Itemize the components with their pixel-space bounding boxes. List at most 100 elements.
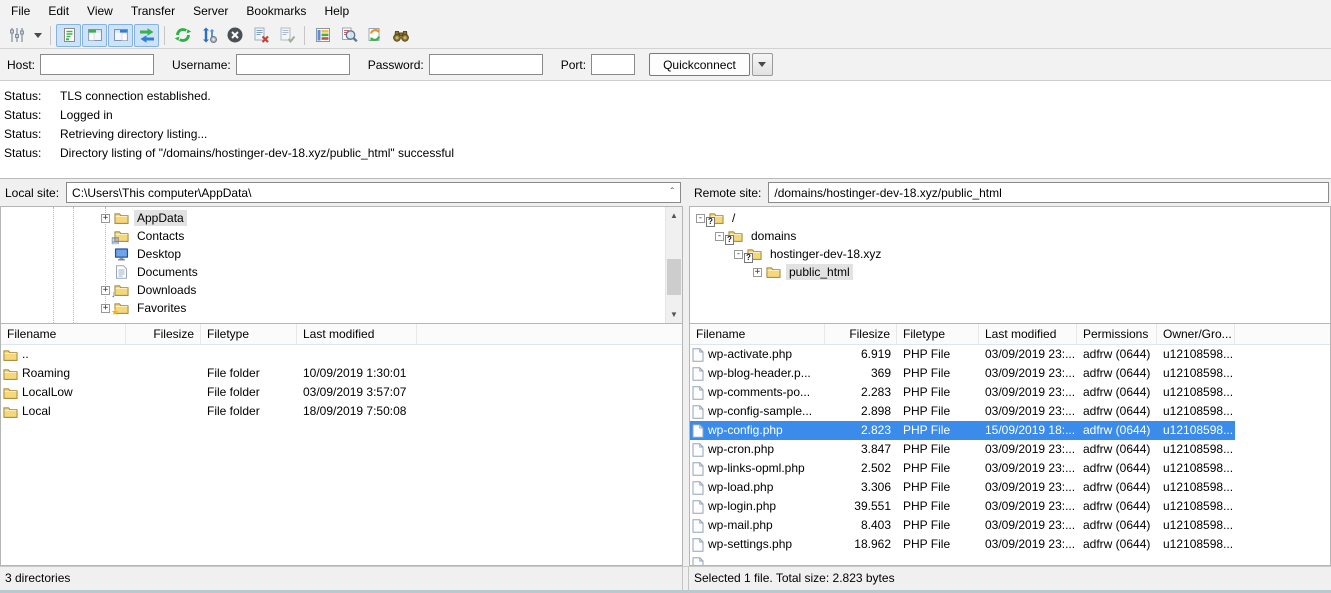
column-header-filetype[interactable]: Filetype xyxy=(201,324,297,344)
file-row[interactable]: wp-login.php 39.551 PHP File 03/09/2019 … xyxy=(690,497,1330,516)
toggle-message-log-button[interactable] xyxy=(56,24,81,47)
menu-server[interactable]: Server xyxy=(184,1,237,21)
folder-icon xyxy=(3,367,18,381)
file-row[interactable]: wp-load.php 3.306 PHP File 03/09/2019 23… xyxy=(690,478,1330,497)
log-entry-message: Logged in xyxy=(60,106,113,125)
process-queue-button[interactable] xyxy=(196,24,221,47)
column-header-filename[interactable]: Filename xyxy=(1,324,126,344)
file-name: wp-cron.php xyxy=(708,440,774,459)
local-file-list: Filename Filesize Filetype Last modified… xyxy=(0,324,683,566)
expand-plus-icon[interactable] xyxy=(101,286,110,295)
site-manager-dropdown-button[interactable] xyxy=(30,24,45,47)
reconnect-button[interactable] xyxy=(274,24,299,47)
vertical-scrollbar[interactable]: ▲ ▼ xyxy=(665,207,682,323)
menu-bookmarks[interactable]: Bookmarks xyxy=(237,1,315,21)
tree-item-appdata[interactable]: AppData xyxy=(1,209,682,227)
menu-view[interactable]: View xyxy=(78,1,122,21)
column-header-owner-group[interactable]: Owner/Gro... xyxy=(1157,324,1235,344)
file-row[interactable]: wp-blog-header.p... 369 PHP File 03/09/2… xyxy=(690,364,1330,383)
file-modified: 03/09/2019 23:... xyxy=(979,402,1077,421)
column-header-filetype[interactable]: Filetype xyxy=(897,324,979,344)
file-modified: 03/09/2019 23:... xyxy=(979,478,1077,497)
file-row[interactable]: wp-cron.php 3.847 PHP File 03/09/2019 23… xyxy=(690,440,1330,459)
file-row[interactable]: wp-settings.php 18.962 PHP File 03/09/20… xyxy=(690,535,1330,554)
expand-plus-icon[interactable] xyxy=(753,268,762,277)
collapse-minus-icon[interactable] xyxy=(715,232,724,241)
disconnect-button[interactable] xyxy=(248,24,273,47)
file-row[interactable]: wp-activate.php 6.919 PHP File 03/09/201… xyxy=(690,345,1330,364)
scroll-down-arrow[interactable]: ▼ xyxy=(666,306,682,323)
file-size: 2.502 xyxy=(825,459,897,478)
file-row[interactable]: wp-config-sample... 2.898 PHP File 03/09… xyxy=(690,402,1330,421)
menu-edit[interactable]: Edit xyxy=(39,1,78,21)
file-row[interactable]: wp-mail.php 8.403 PHP File 03/09/2019 23… xyxy=(690,516,1330,535)
tree-item-downloads[interactable]: ↓ Downloads xyxy=(1,281,682,299)
collapse-minus-icon[interactable] xyxy=(734,250,743,259)
toggle-local-tree-button[interactable] xyxy=(82,24,107,47)
column-header-last-modified[interactable]: Last modified xyxy=(979,324,1077,344)
quickconnect-dropdown-button[interactable] xyxy=(752,53,773,76)
filter-button[interactable] xyxy=(310,24,335,47)
column-header-filename[interactable]: Filename xyxy=(690,324,825,344)
expand-plus-icon[interactable] xyxy=(101,214,110,223)
refresh-button[interactable] xyxy=(170,24,195,47)
file-name: wp-load.php xyxy=(708,478,773,497)
column-header-permissions[interactable]: Permissions xyxy=(1077,324,1157,344)
file-row[interactable]: LocalLow File folder 03/09/2019 3:57:07 xyxy=(1,383,682,402)
file-owner: u12108598... xyxy=(1157,535,1235,554)
menu-file[interactable]: File xyxy=(2,1,39,21)
host-input[interactable] xyxy=(40,54,154,75)
remote-directory-tree[interactable]: ? / ? domains ? hostinger-dev-18.xyz pub… xyxy=(689,206,1331,324)
file-owner: u12108598... xyxy=(1157,516,1235,535)
port-input[interactable] xyxy=(591,54,635,75)
remote-list-header: Filename Filesize Filetype Last modified… xyxy=(690,324,1330,345)
toggle-transfer-queue-button[interactable] xyxy=(134,24,159,47)
tree-item-hostinger-dev-18[interactable]: ? hostinger-dev-18.xyz xyxy=(690,245,1330,263)
tree-item-documents[interactable]: Documents xyxy=(1,263,682,281)
file-type: PHP File xyxy=(897,345,979,364)
menu-transfer[interactable]: Transfer xyxy=(122,1,184,21)
remote-site-combobox[interactable]: /domains/hostinger-dev-18.xyz/public_htm… xyxy=(768,182,1329,203)
find-files-button[interactable] xyxy=(388,24,413,47)
cancel-button[interactable] xyxy=(222,24,247,47)
synchronized-browsing-button[interactable] xyxy=(362,24,387,47)
file-owner: u12108598... xyxy=(1157,402,1235,421)
local-directory-tree[interactable]: AppData ▤ Contacts Desktop Documents ↓ D… xyxy=(0,206,683,324)
column-header-filesize[interactable]: Filesize xyxy=(825,324,897,344)
scrollbar-thumb[interactable] xyxy=(667,259,681,295)
file-row[interactable]: wp-comments-po... 2.283 PHP File 03/09/2… xyxy=(690,383,1330,402)
column-header-filesize[interactable]: Filesize xyxy=(126,324,201,344)
site-manager-button[interactable] xyxy=(4,24,29,47)
scroll-up-arrow[interactable]: ▲ xyxy=(666,207,682,224)
expand-plus-icon[interactable] xyxy=(101,304,110,313)
password-input[interactable] xyxy=(429,54,543,75)
file-row[interactable]: wp-links-opml.php 2.502 PHP File 03/09/2… xyxy=(690,459,1330,478)
column-header-last-modified[interactable]: Last modified xyxy=(297,324,417,344)
log-entry-type: Status: xyxy=(0,106,60,125)
tree-item-root[interactable]: ? / xyxy=(690,209,1330,227)
tree-item-public-html[interactable]: public_html xyxy=(690,263,1330,281)
toggle-remote-tree-button[interactable] xyxy=(108,24,133,47)
tree-item-contacts[interactable]: ▤ Contacts xyxy=(1,227,682,245)
username-input[interactable] xyxy=(236,54,350,75)
file-modified: 03/09/2019 3:57:07 xyxy=(297,383,417,402)
local-site-combobox[interactable]: C:\Users\This computer\AppData\ ˆ xyxy=(66,182,681,203)
menu-help[interactable]: Help xyxy=(315,1,358,21)
tree-item-desktop[interactable]: Desktop xyxy=(1,245,682,263)
collapse-minus-icon[interactable] xyxy=(696,214,705,223)
file-row[interactable]: Roaming File folder 10/09/2019 1:30:01 xyxy=(1,364,682,383)
file-row[interactable]: .. xyxy=(1,345,682,364)
directory-comparison-button[interactable] xyxy=(336,24,361,47)
chevron-down-icon[interactable]: ˆ xyxy=(665,188,680,198)
file-row-selected[interactable]: wp-config.php 2.823 PHP File 15/09/2019 … xyxy=(690,421,1235,440)
file-row-partial[interactable] xyxy=(690,554,1330,565)
file-row[interactable]: Local File folder 18/09/2019 7:50:08 xyxy=(1,402,682,421)
tree-item-domains[interactable]: ? domains xyxy=(690,227,1330,245)
file-size: 2.898 xyxy=(825,402,897,421)
file-icon xyxy=(692,557,704,566)
file-owner: u12108598... xyxy=(1157,345,1235,364)
file-modified: 03/09/2019 23:... xyxy=(979,497,1077,516)
quickconnect-button[interactable]: Quickconnect xyxy=(649,53,750,76)
tree-item-favorites[interactable]: ★ Favorites xyxy=(1,299,682,317)
file-icon xyxy=(692,424,704,438)
